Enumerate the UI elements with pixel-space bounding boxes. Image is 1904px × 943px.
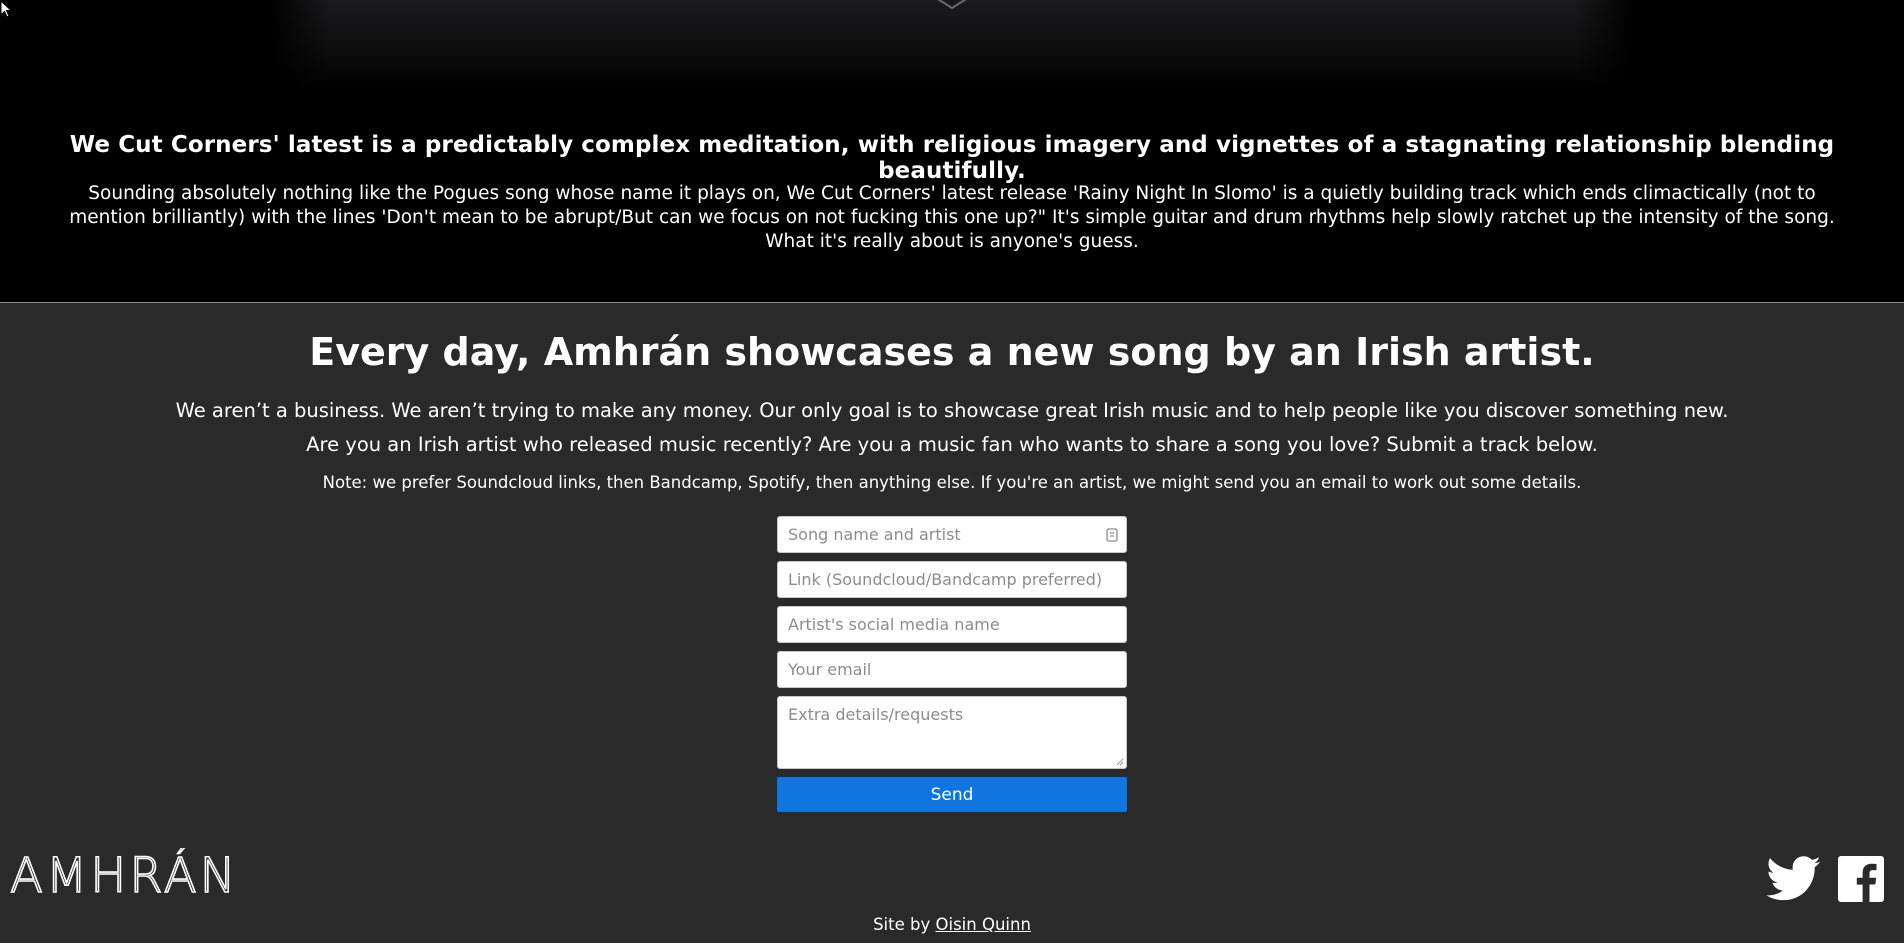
hero-image-fade — [0, 0, 1904, 90]
page-title: Every day, Amhrán showcases a new song b… — [309, 330, 1595, 374]
submission-note: Note: we prefer Soundcloud links, then B… — [322, 473, 1582, 492]
send-button[interactable]: Send — [777, 777, 1127, 812]
details-textarea[interactable] — [778, 697, 1126, 768]
social-media-input[interactable] — [778, 607, 1126, 642]
email-field-wrapper — [777, 651, 1127, 688]
resize-handle-icon[interactable] — [1116, 758, 1124, 766]
details-field-wrapper — [777, 696, 1127, 769]
twitter-icon[interactable] — [1766, 856, 1822, 902]
credit-prefix: Site by — [873, 915, 936, 934]
logo-text: AMHRÁN — [10, 848, 239, 898]
song-name-input[interactable] — [778, 517, 1126, 552]
submission-form: Send — [777, 516, 1127, 812]
song-field-wrapper — [777, 516, 1127, 553]
link-field-wrapper — [777, 561, 1127, 598]
contact-card-icon[interactable] — [1106, 528, 1118, 542]
hero-section: We Cut Corners' latest is a predictably … — [0, 0, 1904, 303]
about-section: Every day, Amhrán showcases a new song b… — [0, 303, 1904, 943]
submit-prompt: Are you an Irish artist who released mus… — [306, 433, 1598, 456]
review-headline: We Cut Corners' latest is a predictably … — [69, 132, 1835, 184]
chevron-down-icon[interactable] — [934, 0, 970, 10]
email-input[interactable] — [778, 652, 1126, 687]
credit-link[interactable]: Oisin Quinn — [936, 915, 1031, 934]
review-body: Sounding absolutely nothing like the Pog… — [69, 183, 1835, 252]
mouse-cursor-icon — [0, 0, 12, 18]
social-field-wrapper — [777, 606, 1127, 643]
site-credit: Site by Oisin Quinn — [0, 915, 1904, 934]
about-paragraph: We aren’t a business. We aren’t trying t… — [175, 399, 1729, 422]
link-input[interactable] — [778, 562, 1126, 597]
facebook-icon[interactable] — [1838, 856, 1884, 902]
amhran-logo[interactable]: AMHRÁN — [10, 848, 280, 898]
